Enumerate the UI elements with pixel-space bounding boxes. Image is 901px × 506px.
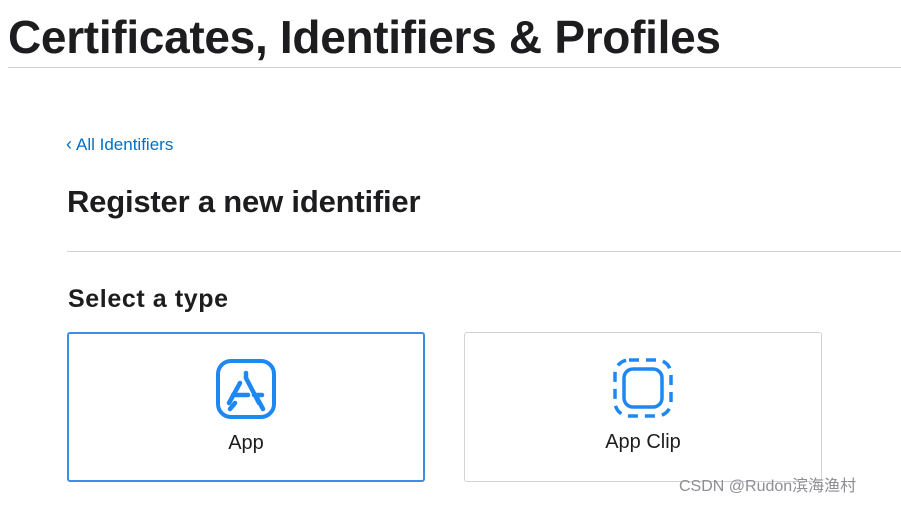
- select-type-heading: Select a type: [68, 285, 229, 313]
- header-divider: [8, 67, 901, 68]
- all-identifiers-back-link[interactable]: ‹ All Identifiers: [66, 134, 173, 156]
- section-divider: [67, 251, 901, 252]
- back-link-label: All Identifiers: [76, 135, 174, 154]
- page-title: Certificates, Identifiers & Profiles: [8, 11, 721, 63]
- watermark: CSDN @Rudon滨海渔村: [679, 478, 857, 495]
- app-store-icon: [216, 359, 276, 419]
- app-type-label: App: [228, 432, 264, 454]
- register-identifier-title: Register a new identifier: [67, 184, 421, 219]
- app-clip-type-card[interactable]: App Clip: [464, 332, 822, 482]
- app-clip-icon: [613, 358, 673, 418]
- app-clip-type-label: App Clip: [605, 431, 681, 453]
- chevron-left-icon: ‹: [66, 134, 72, 154]
- developer-page: Certificates, Identifiers & Profiles ‹ A…: [0, 0, 901, 506]
- app-type-card[interactable]: App: [67, 332, 425, 482]
